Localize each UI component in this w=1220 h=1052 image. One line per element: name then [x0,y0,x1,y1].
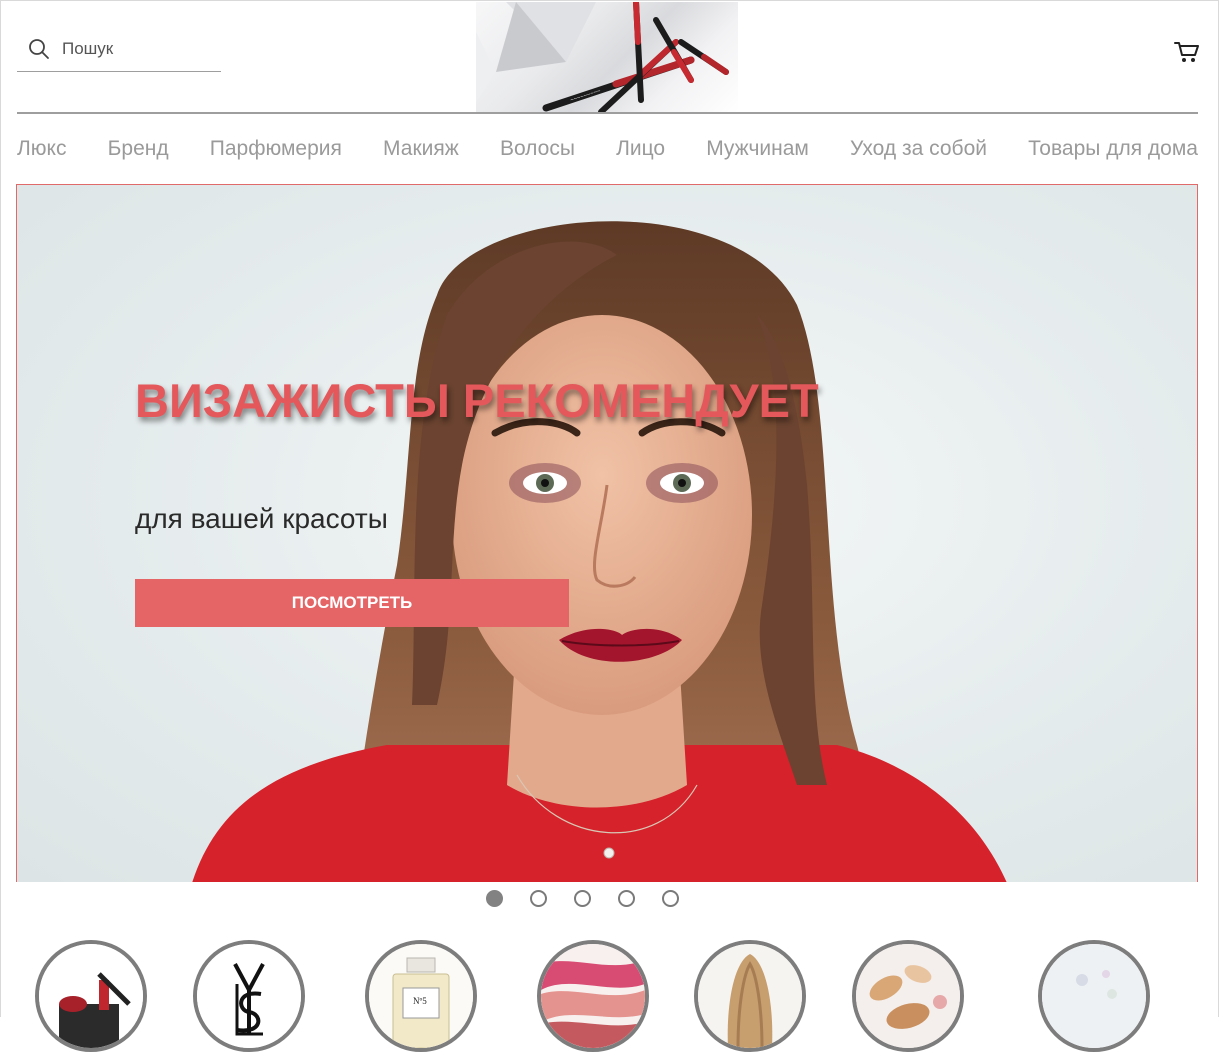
nav-item-makeup[interactable]: Макияж [383,137,459,161]
ysl-logo-image [197,944,301,1048]
main-nav: Люкс Бренд Парфюмерия Макияж Волосы Лицо… [17,134,1198,164]
cart-icon[interactable] [1174,40,1200,64]
category-home-goods[interactable] [1038,940,1150,1052]
category-ysl[interactable] [193,940,305,1052]
svg-text:~~~~~~~~~: ~~~~~~~~~ [570,88,602,104]
header-divider [17,112,1198,114]
view-button[interactable]: ПОСМОТРЕТЬ [135,579,569,627]
header-banner-image[interactable]: ~~~~~~~~~ [476,2,738,112]
carousel-dot-5[interactable] [662,890,679,907]
foundation-swatches-image [856,944,960,1048]
perfume-bottle-image: Nº5 [369,944,473,1048]
search-bar[interactable] [17,27,221,72]
carousel-dots [486,890,706,912]
search-icon[interactable] [28,38,50,60]
nav-item-perfume[interactable]: Парфюмерия [210,137,342,161]
svg-text:Nº5: Nº5 [413,996,427,1006]
nav-item-men[interactable]: Мужчинам [706,137,809,161]
hero-title: ВИЗАЖИСТЫ РЕКОМЕНДУЕТ [135,374,819,427]
hero-banner: ВИЗАЖИСТЫ РЕКОМЕНДУЕТ для вашей красоты … [16,184,1198,882]
nav-item-brand[interactable]: Бренд [108,137,169,161]
category-makeup-tools[interactable] [35,940,147,1052]
hero-subtitle: для вашей красоты [135,503,388,534]
home-goods-image [1042,944,1146,1048]
nav-item-face[interactable]: Лицо [616,137,665,161]
carousel-dot-1[interactable] [486,890,503,907]
category-face[interactable] [852,940,964,1052]
carousel-dot-4[interactable] [618,890,635,907]
long-hair-image [698,944,802,1048]
lipstick-swatches-image [541,944,645,1048]
category-lip-makeup[interactable] [537,940,649,1052]
makeup-brushes-image [39,944,143,1048]
category-perfume[interactable]: Nº5 [365,940,477,1052]
carousel-dot-2[interactable] [530,890,547,907]
carousel-dot-3[interactable] [574,890,591,907]
nav-item-self-care[interactable]: Уход за собой [850,137,987,161]
nav-item-home-goods[interactable]: Товары для дома [1028,137,1198,161]
category-hair[interactable] [694,940,806,1052]
nav-item-lux[interactable]: Люкс [17,137,66,161]
nav-item-hair[interactable]: Волосы [500,137,575,161]
search-input[interactable] [62,39,202,59]
